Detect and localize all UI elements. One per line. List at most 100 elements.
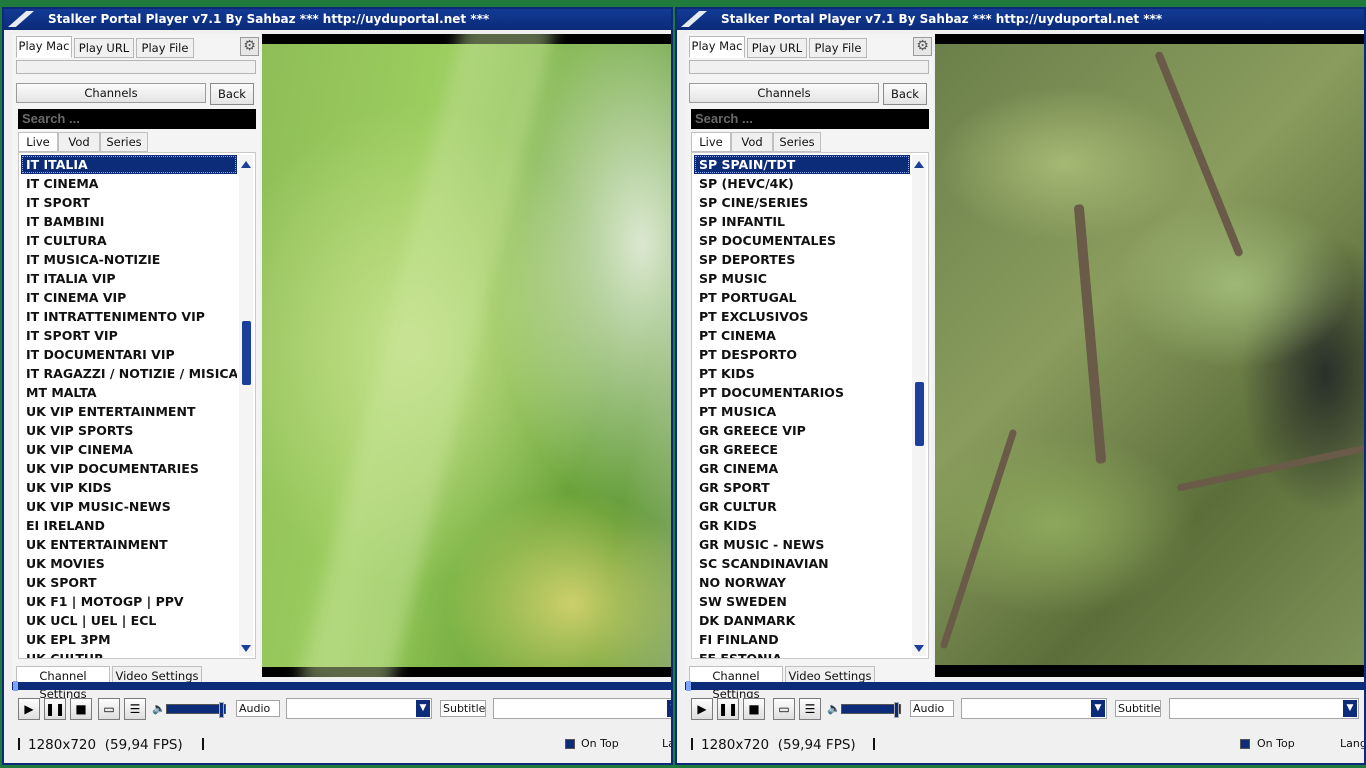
- channel-list-item[interactable]: IT ITALIA: [21, 155, 237, 174]
- channel-list-item[interactable]: PT DESPORTO: [694, 345, 910, 364]
- playlist-icon[interactable]: ☰: [799, 698, 821, 720]
- scroll-down-arrow-icon[interactable]: [914, 645, 924, 652]
- audio-select[interactable]: ▼: [961, 698, 1107, 719]
- channel-list-item[interactable]: GR MUSIC - NEWS: [694, 535, 910, 554]
- channel-list-item[interactable]: UK ENTERTAINMENT: [21, 535, 237, 554]
- channel-list-item[interactable]: IT CINEMA: [21, 174, 237, 193]
- seek-bar[interactable]: [12, 681, 671, 691]
- tab-vod[interactable]: Vod: [731, 132, 773, 152]
- subtitle-select[interactable]: ▼: [493, 698, 671, 719]
- scroll-thumb[interactable]: [242, 320, 251, 385]
- channel-list-item[interactable]: SP INFANTIL: [694, 212, 910, 231]
- channel-list-item[interactable]: IT SPORT VIP: [21, 326, 237, 345]
- channel-list-item[interactable]: SW SWEDEN: [694, 592, 910, 611]
- channel-list-item[interactable]: IT CINEMA VIP: [21, 288, 237, 307]
- back-button[interactable]: Back: [210, 83, 254, 105]
- channel-list-item[interactable]: UK F1 | MOTOGP | PPV: [21, 592, 237, 611]
- channels-button[interactable]: Channels: [689, 83, 879, 103]
- seek-knob[interactable]: [13, 681, 18, 691]
- tab-live[interactable]: Live: [691, 132, 731, 152]
- channel-list-item[interactable]: IT SPORT: [21, 193, 237, 212]
- subtitle-select[interactable]: ▼: [1169, 698, 1359, 719]
- title-bar[interactable]: Stalker Portal Player v7.1 By Sahbaz ***…: [4, 9, 671, 30]
- channel-list-item[interactable]: DK DANMARK: [694, 611, 910, 630]
- channels-button[interactable]: Channels: [16, 83, 206, 103]
- scroll-up-arrow-icon[interactable]: [914, 161, 924, 168]
- settings-gear-icon[interactable]: ⚙: [240, 37, 259, 56]
- channel-list-item[interactable]: UK CULTUR: [21, 649, 237, 658]
- tab-live[interactable]: Live: [18, 132, 58, 152]
- channel-list-item[interactable]: SC SCANDINAVIAN: [694, 554, 910, 573]
- chevron-down-icon[interactable]: ▼: [1091, 700, 1105, 717]
- channel-list-item[interactable]: PT KIDS: [694, 364, 910, 383]
- video-area[interactable]: [935, 34, 1364, 677]
- channel-list-item[interactable]: PT MUSICA: [694, 402, 910, 421]
- channel-list-item[interactable]: UK VIP CINEMA: [21, 440, 237, 459]
- back-button[interactable]: Back: [883, 83, 927, 105]
- channel-list-item[interactable]: NO NORWAY: [694, 573, 910, 592]
- channel-list-item[interactable]: FI FINLAND: [694, 630, 910, 649]
- playlist-icon[interactable]: ☰: [124, 698, 146, 720]
- tab-vod[interactable]: Vod: [58, 132, 100, 152]
- pause-icon[interactable]: ❚❚: [44, 698, 66, 720]
- channel-list-item[interactable]: IT RAGAZZI / NOTIZIE / MISICA VIP: [21, 364, 237, 383]
- tab-play-file[interactable]: Play File: [136, 38, 194, 58]
- channel-list-item[interactable]: UK VIP KIDS: [21, 478, 237, 497]
- play-icon[interactable]: ▶: [18, 698, 40, 720]
- stop-icon[interactable]: ■: [70, 698, 92, 720]
- stop-icon[interactable]: ■: [743, 698, 765, 720]
- on-top-checkbox[interactable]: [565, 739, 575, 749]
- tab-series[interactable]: Series: [773, 132, 821, 152]
- chevron-down-icon[interactable]: ▼: [416, 700, 430, 717]
- channel-list-item[interactable]: UK SPORT: [21, 573, 237, 592]
- channel-list-item[interactable]: PT DOCUMENTARIOS: [694, 383, 910, 402]
- channel-list-item[interactable]: UK MOVIES: [21, 554, 237, 573]
- search-input[interactable]: [691, 109, 929, 129]
- channel-list-item[interactable]: UK VIP SPORTS: [21, 421, 237, 440]
- audio-select[interactable]: ▼: [286, 698, 432, 719]
- seek-bar[interactable]: [685, 681, 1364, 691]
- channel-list-item[interactable]: SP MUSIC: [694, 269, 910, 288]
- channel-list-item[interactable]: EE ESTONIA: [694, 649, 910, 658]
- channel-list-item[interactable]: PT CINEMA: [694, 326, 910, 345]
- tab-series[interactable]: Series: [100, 132, 148, 152]
- channel-list-item[interactable]: SP (HEVC/4K): [694, 174, 910, 193]
- channel-list-item[interactable]: GR GREECE VIP: [694, 421, 910, 440]
- channel-list-item[interactable]: MT MALTA: [21, 383, 237, 402]
- channel-list-item[interactable]: IT BAMBINI: [21, 212, 237, 231]
- scroll-thumb[interactable]: [915, 381, 924, 446]
- pause-icon[interactable]: ❚❚: [717, 698, 739, 720]
- channel-list-item[interactable]: SP DEPORTES: [694, 250, 910, 269]
- channel-list-item[interactable]: UK VIP ENTERTAINMENT: [21, 402, 237, 421]
- scroll-down-arrow-icon[interactable]: [241, 645, 251, 652]
- channel-list-item[interactable]: UK UCL | UEL | ECL: [21, 611, 237, 630]
- search-input[interactable]: [18, 109, 256, 129]
- channel-scrollbar[interactable]: [239, 155, 253, 656]
- channel-list-item[interactable]: UK VIP MUSIC-NEWS: [21, 497, 237, 516]
- settings-gear-icon[interactable]: ⚙: [913, 37, 932, 56]
- channel-list-item[interactable]: UK EPL 3PM: [21, 630, 237, 649]
- tab-play-url[interactable]: Play URL: [747, 38, 807, 58]
- chevron-down-icon[interactable]: ▼: [667, 700, 671, 717]
- tab-play-mac[interactable]: Play Mac: [16, 36, 72, 58]
- channel-list-item[interactable]: GR SPORT: [694, 478, 910, 497]
- channel-list-item[interactable]: IT ITALIA VIP: [21, 269, 237, 288]
- tab-play-url[interactable]: Play URL: [74, 38, 134, 58]
- tab-play-file[interactable]: Play File: [809, 38, 867, 58]
- play-icon[interactable]: ▶: [691, 698, 713, 720]
- channel-list-item[interactable]: SP SPAIN/TDT: [694, 155, 910, 174]
- channel-list-item[interactable]: PT PORTUGAL: [694, 288, 910, 307]
- channel-list-item[interactable]: EI IRELAND: [21, 516, 237, 535]
- seek-knob[interactable]: [686, 681, 691, 691]
- channel-list-item[interactable]: UK VIP DOCUMENTARIES: [21, 459, 237, 478]
- fullscreen-monitor-icon[interactable]: ▭: [98, 698, 120, 720]
- channel-list-item[interactable]: IT DOCUMENTARI VIP: [21, 345, 237, 364]
- chevron-down-icon[interactable]: ▼: [1343, 700, 1357, 717]
- tab-play-mac[interactable]: Play Mac: [689, 36, 745, 58]
- title-bar[interactable]: Stalker Portal Player v7.1 By Sahbaz ***…: [677, 9, 1364, 30]
- channel-list-item[interactable]: GR KIDS: [694, 516, 910, 535]
- volume-slider[interactable]: [166, 702, 226, 718]
- channel-list-item[interactable]: GR GREECE: [694, 440, 910, 459]
- channel-scrollbar[interactable]: [912, 155, 926, 656]
- on-top-checkbox[interactable]: [1240, 739, 1250, 749]
